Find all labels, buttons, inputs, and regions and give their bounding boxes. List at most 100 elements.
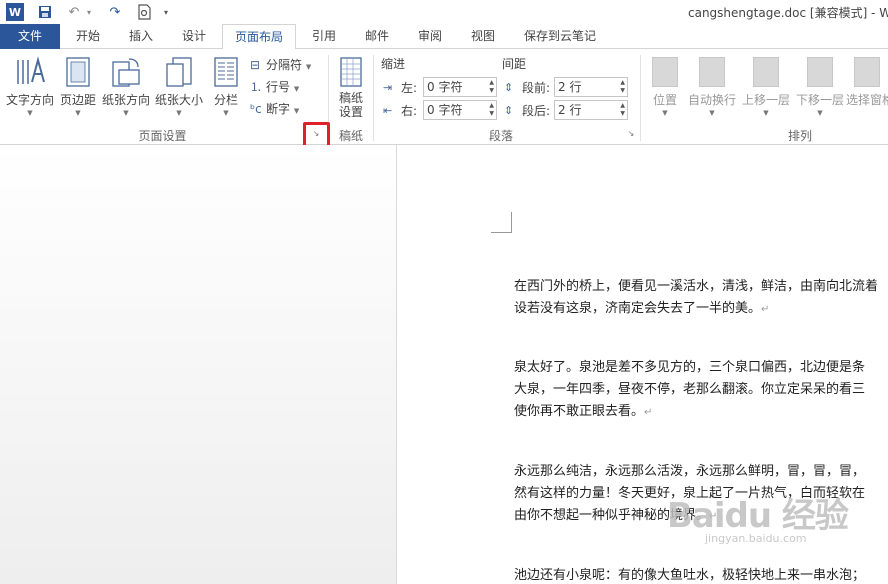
- chevron-down-icon: ▼: [763, 109, 769, 117]
- undo-dropdown-icon[interactable]: ▾: [84, 3, 94, 21]
- paragraph-4[interactable]: 池边还有小泉呢：有的像大鱼吐水，极轻快地上来一串水泡；: [514, 565, 865, 584]
- group-divider: [640, 55, 641, 141]
- spacing-before-value: 2 行: [558, 80, 582, 94]
- send-backward-button[interactable]: 下移一层 ▼: [794, 53, 846, 127]
- chevron-down-icon: ▼: [305, 63, 312, 71]
- spinner-arrows-icon[interactable]: ▲ ▼: [620, 79, 625, 95]
- indent-left-icon: ⇥: [383, 80, 393, 94]
- spacing-before-label: 段前:: [522, 80, 551, 95]
- paragraph-line: 使你再不敢正眼去看。↵: [514, 404, 653, 419]
- indent-left-spinner[interactable]: 0 字符 ▲ ▼: [423, 77, 497, 97]
- document-left-margin: [0, 145, 397, 584]
- ribbon-tabs: 文件 开始 插入 设计 页面布局 引用 邮件 审阅 视图 保存到云笔记: [0, 24, 888, 50]
- tab-references[interactable]: 引用: [298, 24, 350, 49]
- indent-right-label: 右:: [401, 103, 418, 118]
- wrap-text-button[interactable]: 自动换行 ▼: [686, 53, 738, 127]
- hyphenation-button[interactable]: ᵇc 断字 ▼: [250, 99, 299, 119]
- indent-right-row: ⇤ 右: 0 字符 ▲ ▼: [383, 99, 497, 121]
- tab-design[interactable]: 设计: [168, 24, 220, 49]
- spacing-after-spinner[interactable]: 2 行 ▲ ▼: [554, 100, 628, 120]
- text-direction-label: 文字方向: [5, 93, 54, 107]
- position-icon: [652, 57, 678, 87]
- send-backward-icon: [807, 57, 833, 87]
- spacing-before-icon: ⇕: [504, 80, 514, 94]
- line-numbers-label: 行号: [266, 80, 291, 94]
- wrap-text-label: 自动换行: [687, 93, 736, 107]
- undo-icon[interactable]: ↶: [66, 3, 82, 21]
- columns-icon: [211, 55, 241, 89]
- selection-pane-button[interactable]: 选择窗格: [846, 53, 888, 127]
- spinner-arrows-icon[interactable]: ▲ ▼: [489, 102, 494, 118]
- paragraph-line: 永远那么纯洁，永远那么活泼，永远那么鲜明，冒，冒，冒，: [514, 464, 866, 479]
- paragraph-1[interactable]: 在西门外的桥上，便看见一溪活水，清浅，鲜洁，由南向北流着 设若没有这泉，济南定会…: [514, 276, 878, 321]
- selection-pane-icon: [854, 57, 880, 87]
- indent-right-spinner[interactable]: 0 字符 ▲ ▼: [423, 100, 497, 120]
- orientation-button[interactable]: 纸张方向 ▼: [100, 53, 152, 127]
- size-button[interactable]: 纸张大小 ▼: [154, 53, 204, 127]
- spacing-after-icon: ⇕: [504, 103, 514, 117]
- spinner-arrows-icon[interactable]: ▲ ▼: [620, 102, 625, 118]
- margins-button[interactable]: 页边距 ▼: [58, 53, 98, 127]
- tab-file[interactable]: 文件: [0, 24, 60, 49]
- spacing-before-spinner[interactable]: 2 行 ▲ ▼: [554, 77, 628, 97]
- send-backward-label: 下移一层: [795, 93, 844, 107]
- breaks-button[interactable]: ⊟ 分隔符 ▼: [250, 55, 311, 75]
- watermark-logo: Baidu 经验: [667, 496, 849, 536]
- manuscript-settings-button[interactable]: 稿纸 设置: [334, 53, 368, 127]
- manuscript-icon: [336, 55, 366, 89]
- spinner-arrows-icon[interactable]: ▲ ▼: [489, 79, 494, 95]
- bring-forward-button[interactable]: 上移一层 ▼: [740, 53, 792, 127]
- margins-icon: [63, 55, 93, 89]
- chevron-down-icon: ▼: [223, 109, 229, 117]
- save-icon[interactable]: [36, 3, 54, 21]
- print-preview-icon[interactable]: [136, 3, 154, 21]
- arrange-group-label: 排列: [787, 129, 812, 143]
- spacing-before-row: ⇕ 段前: 2 行 ▲ ▼: [504, 76, 628, 98]
- redo-icon[interactable]: ↷: [106, 3, 124, 21]
- indent-left-value: 0 字符: [427, 80, 463, 94]
- hyphenation-label: 断字: [266, 102, 291, 116]
- tab-view[interactable]: 视图: [457, 24, 509, 49]
- title-bar: W ↶ ▾ ↷ ▾ cangshengtage.doc [兼容模式] - W: [0, 0, 888, 24]
- tab-insert[interactable]: 插入: [115, 24, 167, 49]
- tab-page-layout[interactable]: 页面布局: [222, 24, 296, 50]
- line-numbers-button[interactable]: ⒈ 行号 ▼: [250, 77, 299, 97]
- paragraph-line: 泉太好了。泉池是差不多见方的，三个泉口偏西，北边便是条: [514, 360, 866, 375]
- chevron-down-icon: ▼: [27, 109, 33, 117]
- word-app-icon[interactable]: W: [6, 3, 24, 21]
- hyphenation-icon: ᵇc: [250, 102, 262, 116]
- paragraph-dialog-launcher[interactable]: ↘: [626, 129, 636, 139]
- indent-right-icon: ⇤: [383, 103, 393, 117]
- columns-button[interactable]: 分栏 ▼: [208, 53, 244, 127]
- line-numbers-icon: ⒈: [250, 80, 263, 94]
- position-button[interactable]: 位置 ▼: [648, 53, 682, 127]
- indent-right-value: 0 字符: [427, 103, 463, 117]
- bring-forward-label: 上移一层: [741, 93, 790, 107]
- chevron-down-icon: ▼: [709, 109, 715, 117]
- wrap-text-icon: [699, 57, 725, 87]
- spacing-after-label: 段后:: [522, 103, 551, 118]
- group-divider: [373, 55, 374, 141]
- columns-label: 分栏: [213, 93, 238, 107]
- customize-toolbar-icon[interactable]: ▾: [161, 3, 171, 21]
- size-label: 纸张大小: [154, 93, 203, 107]
- paragraph-line: 设若没有这泉，济南定会失去了一半的美。↵: [514, 301, 770, 316]
- orientation-label: 纸张方向: [101, 93, 150, 107]
- chevron-down-icon: ▼: [293, 85, 300, 93]
- selection-pane-label: 选择窗格: [846, 93, 888, 107]
- tab-mailings[interactable]: 邮件: [351, 24, 403, 49]
- indent-left-row: ⇥ 左: 0 字符 ▲ ▼: [383, 76, 497, 98]
- bring-forward-icon: [753, 57, 779, 87]
- orientation-icon: [111, 55, 141, 89]
- tab-save-to-cloud-notes[interactable]: 保存到云笔记: [512, 24, 608, 49]
- tab-review[interactable]: 审阅: [404, 24, 456, 49]
- breaks-icon: ⊟: [250, 58, 261, 72]
- tab-home[interactable]: 开始: [62, 24, 114, 49]
- manuscript-group-label: 稿纸: [338, 129, 363, 143]
- baidu-watermark: Baidu 经验 jingyan.baidu.com: [667, 488, 849, 545]
- text-direction-button[interactable]: 文字方向 ▼: [4, 53, 56, 127]
- watermark-url: jingyan.baidu.com: [705, 532, 807, 545]
- margins-label: 页边距: [59, 93, 96, 107]
- paragraph-2[interactable]: 泉太好了。泉池是差不多见方的，三个泉口偏西，北边便是条 大泉，一年四季，昼夜不停…: [514, 357, 865, 424]
- manuscript-settings-label-2: 设置: [338, 105, 363, 119]
